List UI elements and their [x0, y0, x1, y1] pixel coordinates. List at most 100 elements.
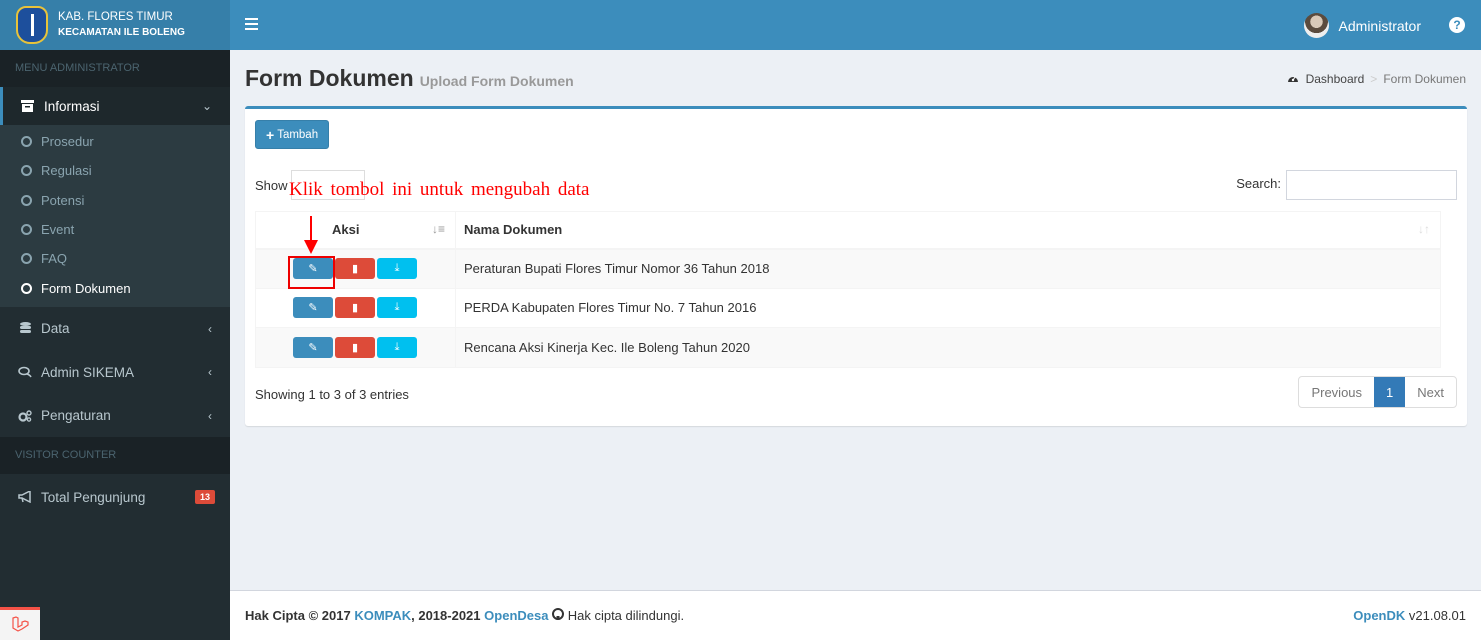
github-icon[interactable] [552, 608, 568, 623]
breadcrumb-dashboard[interactable]: Dashboard [1306, 72, 1365, 86]
row-actions: ✎ ▮ ⤓ [255, 327, 456, 368]
delete-button[interactable]: ▮ [335, 297, 375, 319]
column-header-nama-dokumen[interactable]: Nama Dokumen ↓↑ [455, 211, 1441, 250]
cogs-icon [18, 409, 32, 422]
sidebar-item-potensi[interactable]: Potensi [0, 186, 230, 215]
avatar [1303, 13, 1329, 38]
sidebar-item-event[interactable]: Event [0, 215, 230, 244]
download-button[interactable]: ⤓ [377, 258, 417, 279]
table-row: ✎ ▮ ⤓ PERDA Kabupaten Flores Timur No. 7 T… [255, 287, 1441, 328]
help-icon[interactable]: ? [1449, 17, 1465, 33]
breadcrumb-separator: > [1370, 72, 1378, 86]
chevron-left-icon: ‹ [208, 321, 212, 336]
edit-button[interactable]: ✎ [293, 297, 333, 319]
pagination-previous[interactable]: Previous [1299, 377, 1374, 407]
page-title-text: Form Dokumen [245, 65, 414, 91]
emblem-icon [16, 6, 48, 44]
sidebar-item-label: Data [41, 321, 70, 337]
circle-icon [21, 136, 32, 148]
chevron-left-icon: ‹ [208, 408, 212, 423]
circle-icon [21, 194, 32, 206]
delete-button[interactable]: ▮ [335, 258, 375, 279]
circle-icon [21, 282, 32, 294]
user-name: Administrator [1338, 17, 1421, 34]
chevron-down-icon: ⌄ [201, 99, 212, 113]
download-icon: ⤓ [394, 340, 400, 353]
opendk-link[interactable]: OpenDK [1353, 608, 1405, 623]
sidebar-item-label: Form Dokumen [41, 280, 131, 296]
footer-middle: , 2018-2021 [411, 608, 481, 623]
sidebar-item-label: Potensi [41, 192, 85, 208]
archive-icon [20, 100, 34, 112]
sidebar-item-regulasi[interactable]: Regulasi [0, 156, 230, 185]
comments-icon [18, 366, 32, 378]
sidebar-header-visitor: VISITOR COUNTER [0, 437, 230, 475]
add-button-label: Tambah [277, 128, 319, 141]
sidebar-item-total-pengunjung[interactable]: Total Pengunjung 13 [0, 474, 230, 520]
trash-icon: ▮ [351, 341, 359, 354]
brand-logo[interactable]: KAB. FLORES TIMUR KECAMATAN ILE BOLENG [0, 0, 230, 50]
pagination-next[interactable]: Next [1405, 377, 1456, 407]
sidebar-item-label: Pengaturan [41, 408, 111, 424]
user-menu[interactable]: Administrator [1303, 13, 1421, 38]
dashboard-icon [1287, 73, 1299, 86]
footer: Hak Cipta © 2017 KOMPAK, 2018-2021 OpenD… [230, 590, 1481, 640]
sidebar: KAB. FLORES TIMUR KECAMATAN ILE BOLENG M… [0, 0, 230, 640]
sidebar-item-label: FAQ [41, 251, 68, 267]
annotation-arrow-head [304, 240, 318, 254]
sidebar-item-label: Total Pengunjung [41, 489, 146, 505]
edit-icon: ✎ [308, 341, 318, 354]
annotation-text: Klik tombol ini untuk mengubah data [289, 179, 590, 200]
kompak-link[interactable]: KOMPAK [354, 608, 411, 623]
trash-icon: ▮ [351, 302, 359, 315]
version-text: v21.08.01 [1408, 608, 1466, 623]
sidebar-item-label: Informasi [44, 98, 100, 114]
download-icon: ⤓ [394, 301, 400, 314]
circle-icon [21, 165, 32, 177]
trash-icon: ▮ [351, 263, 359, 275]
sidebar-item-label: Event [41, 222, 75, 238]
sidebar-item-data[interactable]: Data ‹ [0, 307, 230, 351]
edit-button[interactable]: ✎ [293, 336, 333, 358]
column-label: Aksi [332, 222, 360, 238]
top-navbar: Administrator ? [230, 0, 1481, 50]
sidebar-item-prosedur[interactable]: Prosedur [0, 127, 230, 156]
sort-both-icon[interactable]: ↓↑ [1418, 222, 1430, 236]
opendesa-link[interactable]: OpenDesa [484, 608, 548, 623]
documents-table: Aksi ↓≡ Nama Dokumen ↓↑ ✎ ▮ ⤓ Peraturan Bupa… [255, 211, 1441, 368]
pagination: Previous 1 Next [1298, 376, 1457, 408]
search-input[interactable] [1286, 170, 1457, 200]
column-header-aksi[interactable]: Aksi ↓≡ [255, 211, 456, 250]
content-wrapper: Form Dokumen Upload Form Dokumen Dashboar… [230, 50, 1481, 590]
laravel-debugbar-icon[interactable] [0, 607, 40, 640]
sidebar-toggle-icon[interactable] [245, 18, 258, 30]
download-button[interactable]: ⤓ [377, 336, 417, 358]
footer-suffix: Hak cipta dilindungi. [567, 608, 685, 623]
search-label: Search: [1236, 176, 1281, 191]
download-button[interactable]: ⤓ [377, 297, 417, 319]
sidebar-item-admin-sikema[interactable]: Admin SIKEMA ‹ [0, 350, 230, 394]
sidebar-item-faq[interactable]: FAQ [0, 244, 230, 273]
sidebar-item-pengaturan[interactable]: Pengaturan ‹ [0, 394, 230, 438]
sidebar-item-informasi[interactable]: Informasi ⌄ [0, 87, 230, 125]
form-dokumen-box: + Tambah Show Search: Aksi ↓≡ Nama Dokumen… [245, 106, 1467, 426]
bullhorn-icon [18, 491, 32, 504]
breadcrumb: Dashboard > Form Dokumen [1287, 72, 1466, 86]
sidebar-item-form-dokumen[interactable]: Form Dokumen [0, 273, 230, 302]
footer-prefix: Hak Cipta © 2017 [245, 608, 351, 623]
visitor-count-badge: 13 [194, 490, 215, 505]
delete-button[interactable]: ▮ [335, 336, 375, 358]
informasi-submenu: Prosedur Regulasi Potensi Event FAQ Form… [0, 125, 230, 307]
sort-desc-icon[interactable]: ↓≡ [432, 222, 445, 236]
document-name: PERDA Kabupaten Flores Timur No. 7 Tahun… [455, 287, 1441, 328]
pagination-page-1[interactable]: 1 [1374, 377, 1406, 407]
row-actions: ✎ ▮ ⤓ [255, 248, 456, 289]
page-subtitle: Upload Form Dokumen [419, 73, 574, 89]
brand-line2: KECAMATAN ILE BOLENG [58, 27, 185, 39]
add-button[interactable]: + Tambah [255, 120, 330, 149]
show-entries-label: Show [255, 178, 288, 193]
download-icon: ⤓ [394, 262, 400, 274]
circle-icon [21, 224, 32, 236]
table-info: Showing 1 to 3 of 3 entries [255, 387, 409, 402]
footer-version: OpenDK v21.08.01 [1353, 608, 1466, 623]
